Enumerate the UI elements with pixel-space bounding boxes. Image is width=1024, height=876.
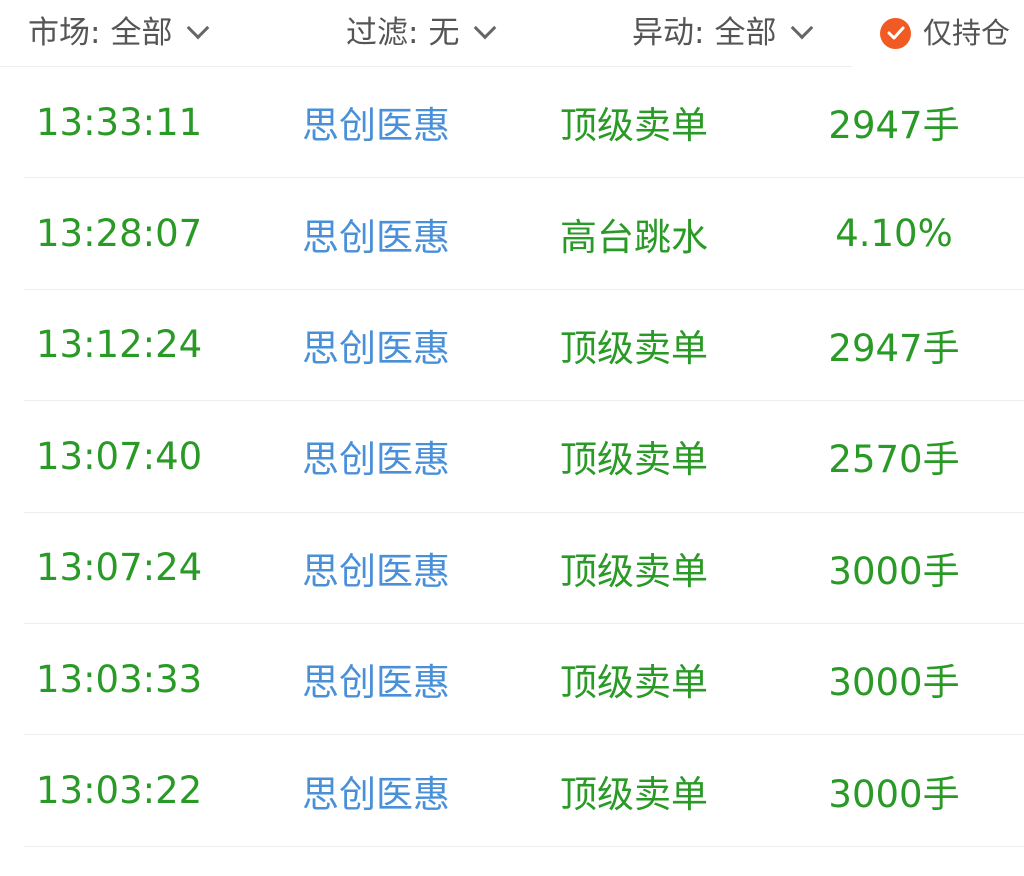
movement-value-cell: 2947手 [828, 326, 960, 370]
movement-value-cell: 4.10% [835, 212, 953, 256]
filter-bar: 市场: 全部 过滤: 无 异动: 全部 仅持仓 [0, 0, 1024, 67]
market-filter-label: 市场: [28, 15, 101, 51]
time-cell: 13:07:40 [36, 434, 203, 478]
movement-type-cell: 顶级卖单 [560, 549, 708, 593]
market-filter-value: 全部 [110, 15, 173, 51]
chevron-down-icon [791, 16, 814, 40]
time-cell: 13:03:22 [36, 769, 203, 813]
list-item[interactable]: 13:03:33 思创医惠 顶级卖单 3000手 [24, 624, 1024, 736]
stock-name-cell[interactable]: 思创医惠 [302, 513, 450, 623]
movement-value-cell: 2947手 [828, 104, 960, 148]
movement-type-cell: 顶级卖单 [560, 326, 708, 370]
movement-type-cell: 顶级卖单 [560, 661, 708, 705]
list-item[interactable]: 13:07:40 思创医惠 顶级卖单 2570手 [24, 401, 1024, 513]
time-cell: 13:12:24 [36, 323, 203, 367]
check-circle-icon [880, 17, 911, 49]
market-filter-dropdown[interactable]: 市场: 全部 [28, 13, 210, 53]
chevron-down-icon [474, 16, 497, 40]
movement-filter-value: 全部 [714, 15, 777, 51]
time-cell: 13:03:33 [36, 657, 203, 701]
movement-value-cell: 2570手 [828, 438, 960, 482]
list-item[interactable]: 13:07:24 思创医惠 顶级卖单 3000手 [24, 513, 1024, 624]
filter-dropdown[interactable]: 过滤: 无 [346, 13, 497, 53]
time-cell: 13:28:07 [36, 212, 203, 256]
list-item[interactable]: 13:12:24 思创医惠 顶级卖单 2947手 [24, 290, 1024, 402]
stock-name-cell[interactable]: 思创医惠 [302, 624, 450, 734]
movement-value-cell: 3000手 [828, 772, 960, 816]
movement-type-cell: 高台跳水 [560, 215, 708, 259]
movement-filter-dropdown[interactable]: 异动: 全部 [632, 13, 814, 53]
list-item[interactable]: 13:33:11 思创医惠 顶级卖单 2947手 [24, 67, 1024, 179]
stock-name-cell[interactable]: 思创医惠 [302, 178, 450, 288]
stock-name-cell[interactable]: 思创医惠 [302, 401, 450, 511]
movement-value-cell: 3000手 [828, 549, 960, 593]
movement-type-cell: 顶级卖单 [560, 104, 708, 148]
stock-name-cell[interactable]: 思创医惠 [302, 735, 450, 845]
stock-name-cell[interactable]: 思创医惠 [302, 290, 450, 400]
filter-label: 过滤: [346, 15, 419, 51]
time-cell: 13:07:24 [36, 546, 203, 590]
holding-only-label: 仅持仓 [923, 16, 1011, 50]
movement-list: 13:33:11 思创医惠 顶级卖单 2947手 13:28:07 思创医惠 高台跳水 4.1… [0, 67, 1024, 847]
movement-type-cell: 顶级卖单 [560, 772, 708, 816]
filter-value: 无 [428, 15, 460, 51]
chevron-down-icon [187, 16, 210, 40]
list-item[interactable]: 13:03:22 思创医惠 顶级卖单 3000手 [24, 735, 1024, 847]
movement-value-cell: 3000手 [828, 661, 960, 705]
movement-type-cell: 顶级卖单 [560, 438, 708, 482]
list-item[interactable]: 13:28:07 思创医惠 高台跳水 4.10% [24, 178, 1024, 290]
time-cell: 13:33:11 [36, 100, 203, 144]
movement-filter-label: 异动: [632, 15, 705, 51]
holding-only-checkbox[interactable]: 仅持仓 [880, 13, 1010, 53]
stock-name-cell[interactable]: 思创医惠 [302, 67, 450, 177]
